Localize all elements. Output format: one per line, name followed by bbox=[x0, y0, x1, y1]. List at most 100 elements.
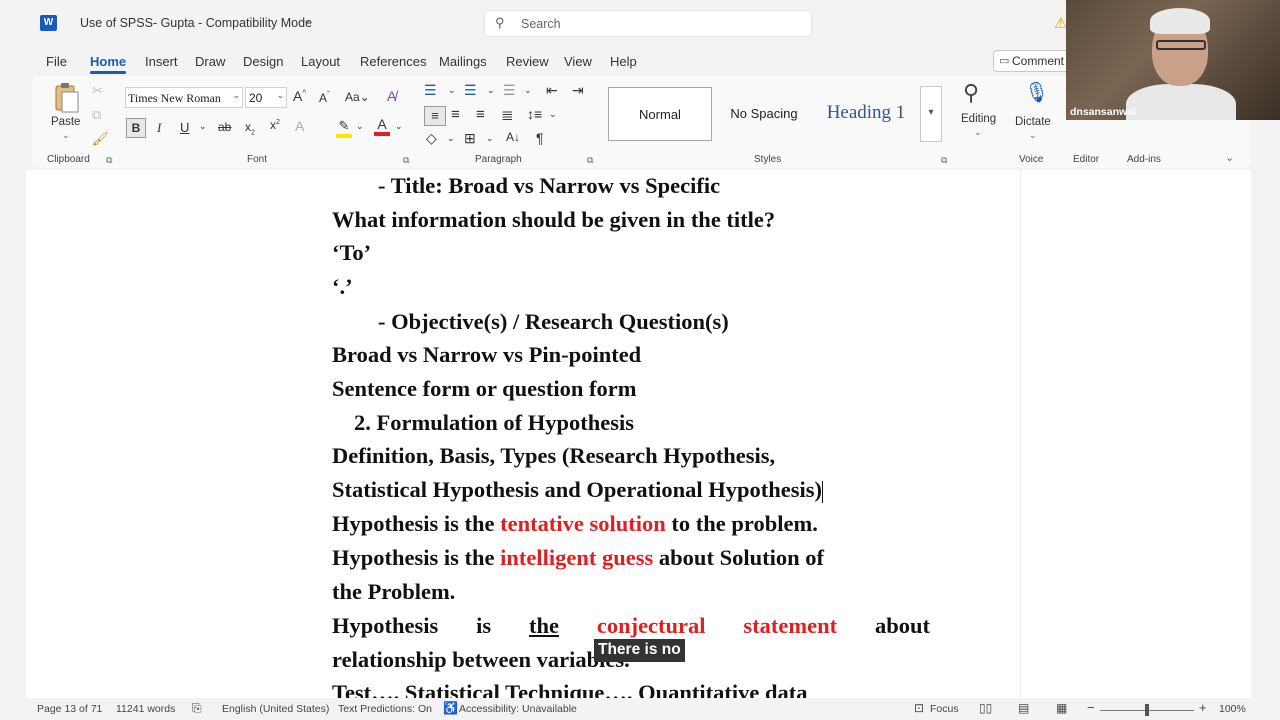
bullets-chevron-down-icon[interactable]: ⌄ bbox=[448, 85, 456, 96]
text-effects-icon[interactable]: A bbox=[295, 118, 304, 134]
group-label-styles: Styles bbox=[754, 154, 782, 165]
editing-label[interactable]: Editing bbox=[961, 113, 996, 125]
align-left-icon[interactable]: ≡ bbox=[424, 106, 446, 126]
dictate-chevron-down-icon[interactable]: ⌄ bbox=[1029, 130, 1037, 141]
accessibility-status[interactable]: Accessibility: Unavailable bbox=[459, 703, 577, 715]
collapse-ribbon-chevron-down-icon[interactable]: ⌄ bbox=[1225, 151, 1234, 164]
clipboard-launcher-icon[interactable]: ⧉ bbox=[106, 155, 112, 166]
microphone-icon[interactable]: 🎙 bbox=[1024, 80, 1049, 105]
paste-chevron-down-icon[interactable]: ⌄ bbox=[62, 130, 70, 141]
bold-icon[interactable]: B bbox=[126, 118, 146, 138]
tab-file[interactable]: File bbox=[46, 54, 67, 69]
italic-icon[interactable]: I bbox=[157, 120, 161, 136]
search-input[interactable]: ⚲ Search bbox=[484, 10, 812, 37]
web-layout-icon[interactable]: ▦ bbox=[1056, 701, 1067, 715]
tab-references[interactable]: References bbox=[360, 54, 426, 69]
line-spacing-chevron-down-icon[interactable]: ⌄ bbox=[549, 109, 557, 120]
font-color-icon[interactable]: A bbox=[374, 116, 390, 136]
document-title[interactable]: Use of SPSS- Gupta - Compatibility Mode bbox=[80, 16, 312, 30]
highlight-chevron-down-icon[interactable]: ⌄ bbox=[356, 121, 364, 132]
comments-button[interactable]: ▭ Comment bbox=[993, 50, 1073, 72]
dictate-label[interactable]: Dictate bbox=[1015, 116, 1051, 128]
tab-home[interactable]: Home bbox=[90, 54, 127, 74]
find-search-icon[interactable]: ⚲ bbox=[963, 80, 979, 106]
font-color-chevron-down-icon[interactable]: ⌄ bbox=[395, 121, 403, 132]
underline-icon[interactable]: U bbox=[180, 120, 189, 135]
doc-line: Hypothesis is the tentative solution to … bbox=[332, 511, 818, 537]
numbering-chevron-down-icon[interactable]: ⌄ bbox=[487, 85, 495, 96]
zoom-in-icon[interactable]: + bbox=[1199, 700, 1207, 715]
multilevel-chevron-down-icon[interactable]: ⌄ bbox=[524, 85, 532, 96]
format-painter-icon[interactable]: 🖌 bbox=[92, 131, 109, 147]
doc-text: Hypothesis is the bbox=[332, 545, 501, 570]
font-launcher-icon[interactable]: ⧉ bbox=[403, 155, 409, 166]
presenter-hair bbox=[1150, 8, 1210, 34]
justify-icon[interactable]: ≣ bbox=[501, 106, 514, 124]
style-normal[interactable]: Normal bbox=[608, 87, 712, 141]
tab-mailings[interactable]: Mailings bbox=[439, 54, 487, 69]
font-size-select[interactable]: 20 ⌄ bbox=[245, 87, 287, 108]
copy-icon[interactable]: ⧉ bbox=[92, 107, 101, 123]
style-heading-1[interactable]: Heading 1 bbox=[816, 87, 916, 141]
paragraph-launcher-icon[interactable]: ⧉ bbox=[587, 155, 593, 166]
zoom-out-icon[interactable]: − bbox=[1087, 700, 1095, 715]
zoom-slider-thumb[interactable] bbox=[1145, 704, 1149, 716]
styles-launcher-icon[interactable]: ⧉ bbox=[941, 155, 947, 166]
language-status[interactable]: English (United States) bbox=[222, 703, 329, 715]
line-spacing-icon[interactable]: ↕≡ bbox=[527, 106, 542, 122]
tab-design[interactable]: Design bbox=[243, 54, 283, 69]
style-no-spacing[interactable]: No Spacing bbox=[716, 87, 812, 141]
focus-icon[interactable]: ⊡ bbox=[914, 701, 924, 715]
paste-label[interactable]: Paste bbox=[51, 116, 80, 128]
doc-word: about bbox=[874, 613, 930, 638]
text-predictions-status[interactable]: Text Predictions: On bbox=[338, 703, 432, 715]
superscript-icon[interactable]: x2 bbox=[270, 118, 280, 132]
tab-insert[interactable]: Insert bbox=[145, 54, 178, 69]
read-mode-icon[interactable]: ▯▯ bbox=[979, 701, 992, 715]
subscript-icon[interactable]: x2 bbox=[245, 120, 255, 136]
underline-chevron-down-icon[interactable]: ⌄ bbox=[199, 121, 207, 132]
zoom-level[interactable]: 100% bbox=[1219, 703, 1246, 715]
title-chevron-down-icon[interactable]: ⌄ bbox=[303, 15, 311, 26]
page-count[interactable]: Page 13 of 71 bbox=[37, 703, 102, 715]
sort-icon[interactable]: A↓ bbox=[506, 130, 520, 144]
numbering-icon[interactable]: ☰ bbox=[464, 82, 477, 99]
align-right-icon[interactable]: ≡ bbox=[476, 106, 485, 123]
shrink-font-icon[interactable]: Aˇ bbox=[319, 90, 330, 105]
grow-font-icon[interactable]: A^ bbox=[293, 88, 306, 104]
word-count[interactable]: 11241 words bbox=[116, 703, 175, 715]
tab-layout[interactable]: Layout bbox=[301, 54, 340, 69]
decrease-indent-icon[interactable]: ⇤ bbox=[546, 82, 558, 99]
change-case-icon[interactable]: Aa⌄ bbox=[345, 90, 370, 104]
font-name-select[interactable]: Times New Roman ⌄ bbox=[125, 87, 243, 108]
tab-help[interactable]: Help bbox=[610, 54, 637, 69]
borders-icon[interactable]: ⊞ bbox=[464, 130, 476, 147]
strikethrough-icon[interactable]: ab bbox=[218, 120, 231, 134]
doc-highlight-word: statement bbox=[743, 613, 838, 638]
doc-word: is bbox=[476, 613, 492, 638]
tab-review[interactable]: Review bbox=[506, 54, 549, 69]
multilevel-list-icon[interactable]: ☰ bbox=[503, 82, 516, 99]
doc-text: to the problem. bbox=[665, 511, 818, 536]
focus-label[interactable]: Focus bbox=[930, 703, 959, 715]
cut-icon[interactable]: ✂ bbox=[92, 83, 103, 99]
print-layout-icon[interactable]: ▤ bbox=[1018, 701, 1029, 715]
paste-icon[interactable] bbox=[52, 82, 80, 114]
styles-more-chevron-down-icon[interactable]: ▾ bbox=[920, 86, 942, 142]
increase-indent-icon[interactable]: ⇥ bbox=[572, 82, 584, 99]
show-formatting-icon[interactable]: ¶ bbox=[536, 130, 544, 146]
bullets-icon[interactable]: ☰ bbox=[424, 82, 437, 99]
align-center-icon[interactable]: ≡ bbox=[451, 106, 460, 123]
doc-text: about Solution of bbox=[653, 545, 824, 570]
shading-chevron-down-icon[interactable]: ⌄ bbox=[447, 133, 455, 144]
tab-view[interactable]: View bbox=[564, 54, 592, 69]
presenter-name: dnsansanwal bbox=[1070, 106, 1136, 118]
proofing-icon[interactable]: ⎘ bbox=[192, 701, 202, 716]
doc-line-clipped: Test…. Statistical Technique…. Quantitat… bbox=[332, 680, 808, 698]
borders-chevron-down-icon[interactable]: ⌄ bbox=[486, 133, 494, 144]
clear-formatting-icon[interactable]: A̸ bbox=[387, 88, 396, 104]
editing-chevron-down-icon[interactable]: ⌄ bbox=[974, 127, 982, 138]
shading-icon[interactable]: ◇ bbox=[426, 130, 437, 147]
highlight-icon[interactable]: ✎ bbox=[336, 118, 352, 138]
tab-draw[interactable]: Draw bbox=[195, 54, 225, 69]
